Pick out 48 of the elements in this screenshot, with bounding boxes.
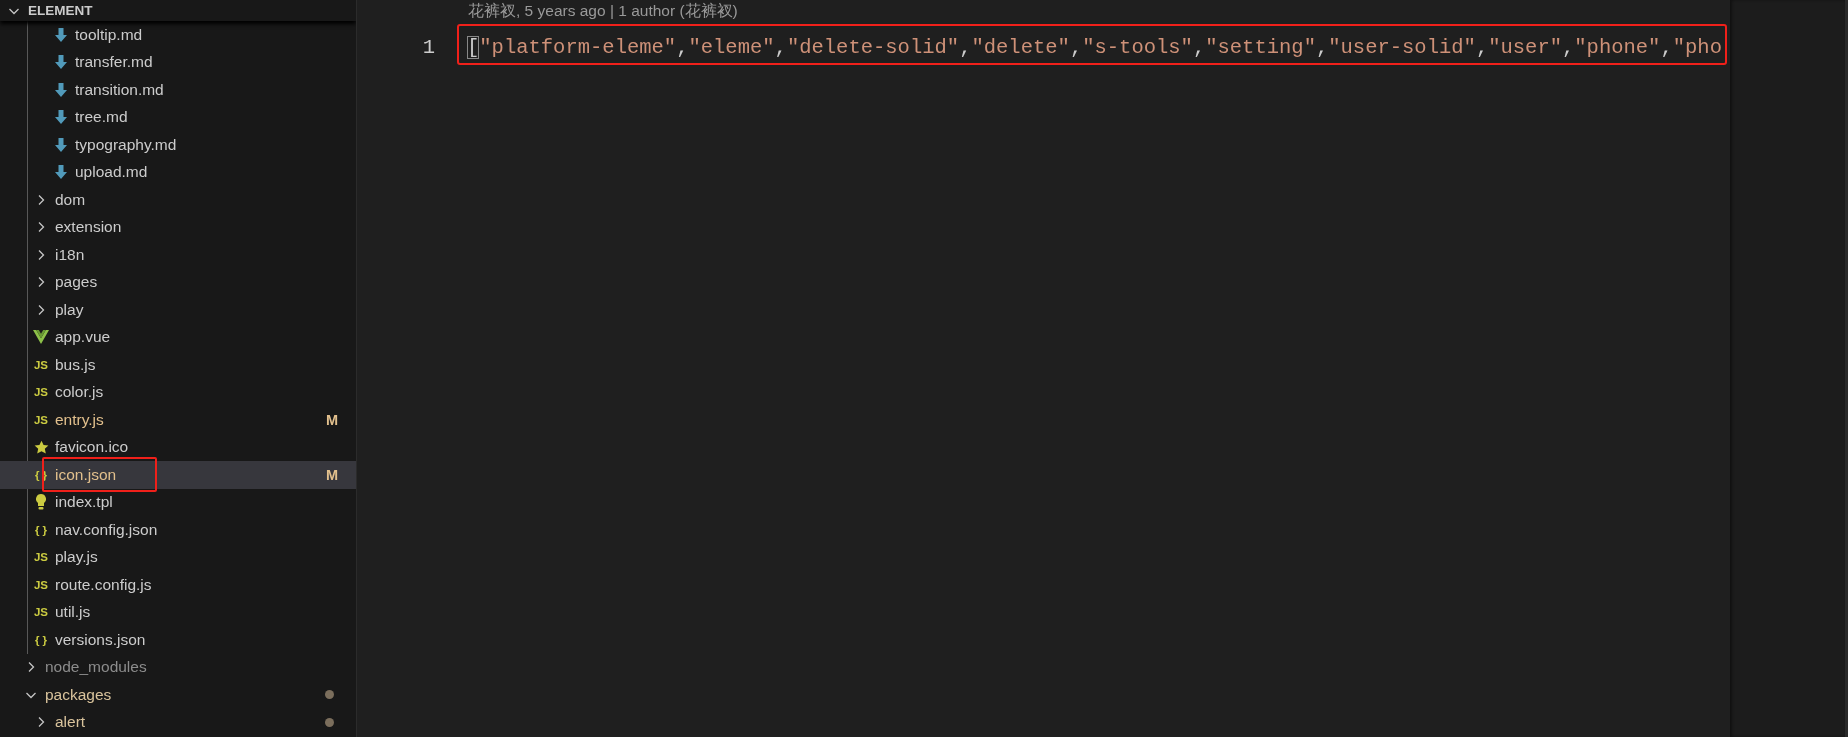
file-item[interactable]: transition.md <box>0 76 356 104</box>
file-item[interactable]: app.vue <box>0 323 356 351</box>
file-item[interactable]: JS bus.js <box>0 351 356 379</box>
down-arrow-icon <box>55 55 67 70</box>
star-icon <box>33 439 49 455</box>
file-item[interactable]: typography.md <box>0 131 356 159</box>
file-item[interactable]: index.tpl <box>0 488 356 516</box>
blame-annotation[interactable]: 花裤衩, 5 years ago | 1 author (花裤衩) <box>468 1 738 22</box>
modified-letter: M <box>325 411 338 428</box>
line-number: 1 <box>421 35 435 59</box>
code-line: ["platform-eleme","eleme","delete-solid","delete","s-tools","setting","user-solid","user","phone","pho <box>467 35 1722 59</box>
json-file-icon: { } <box>34 523 48 536</box>
folder-item[interactable]: play <box>0 296 356 324</box>
modified-letter: M <box>325 466 338 483</box>
folder-item[interactable]: pages <box>0 268 356 296</box>
file-item[interactable]: tree.md <box>0 103 356 131</box>
file-item[interactable]: JS util.js <box>0 598 356 626</box>
file-item[interactable]: JS route.config.js <box>0 571 356 599</box>
js-file-icon: JS <box>33 358 49 371</box>
v-logo-icon <box>33 330 49 345</box>
lightbulb-icon <box>36 494 46 511</box>
file-item[interactable]: upload.md <box>0 158 356 186</box>
file-item[interactable]: tooltip.md <box>0 21 356 49</box>
down-arrow-icon <box>55 165 67 180</box>
folder-item[interactable]: dom <box>0 186 356 214</box>
explorer-section-header[interactable]: ELEMENT <box>0 0 356 21</box>
json-file-icon: { } <box>34 633 48 646</box>
js-file-icon: JS <box>33 386 49 399</box>
file-item[interactable]: { } nav.config.json <box>0 516 356 544</box>
js-file-icon: JS <box>33 578 49 591</box>
file-item[interactable]: favicon.ico <box>0 433 356 461</box>
file-item[interactable]: JS play.js <box>0 543 356 571</box>
file-item[interactable]: JS entry.js M <box>0 406 356 434</box>
folder-item[interactable]: i18n <box>0 241 356 269</box>
down-arrow-icon <box>55 27 67 42</box>
folder-item[interactable]: packages <box>0 681 356 709</box>
file-item[interactable]: transfer.md <box>0 48 356 76</box>
folder-item[interactable]: node_modules <box>0 653 356 681</box>
down-arrow-icon <box>55 82 67 97</box>
down-arrow-icon <box>55 137 67 152</box>
file-item[interactable]: { } versions.json <box>0 626 356 654</box>
folder-item[interactable]: extension <box>0 213 356 241</box>
down-arrow-icon <box>55 110 67 125</box>
js-file-icon: JS <box>33 606 49 619</box>
js-file-icon: JS <box>33 551 49 564</box>
folder-item[interactable]: alert <box>0 708 356 736</box>
js-file-icon: JS <box>33 413 49 426</box>
file-item[interactable]: JS color.js <box>0 378 356 406</box>
